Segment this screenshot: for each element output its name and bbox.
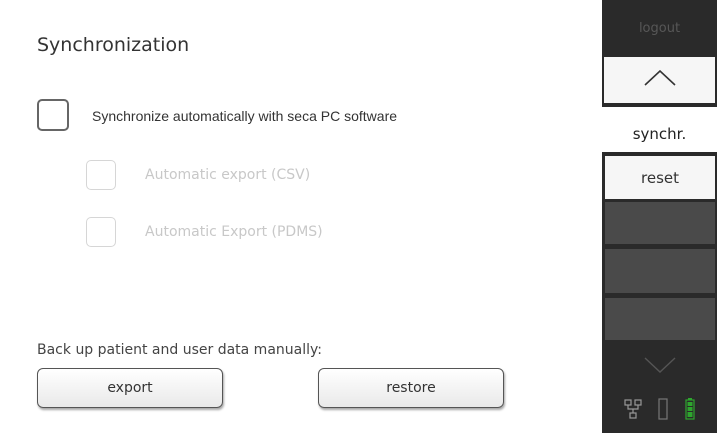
scroll-up-button[interactable] (602, 57, 717, 107)
backup-label: Back up patient and user data manually: (37, 342, 322, 358)
csv-export-label: Automatic export (CSV) (145, 167, 311, 183)
export-button[interactable]: export (37, 368, 223, 408)
tube-icon (658, 397, 669, 424)
csv-export-checkbox[interactable] (86, 160, 116, 190)
sidebar-empty-button-3[interactable] (602, 298, 717, 340)
main-panel: Synchronization Synchronize automaticall… (0, 0, 602, 433)
pdms-export-label: Automatic Export (PDMS) (145, 224, 323, 240)
reset-button[interactable]: reset (602, 152, 717, 202)
sidebar-empty-button-1[interactable] (602, 202, 717, 244)
status-bar (602, 388, 717, 433)
restore-button[interactable]: restore (318, 368, 504, 408)
sync-auto-checkbox[interactable] (37, 99, 69, 131)
sidebar: logout synchr. reset (602, 0, 717, 433)
sync-auto-label: Synchronize automatically with seca PC s… (92, 108, 398, 124)
sidebar-item-synchr[interactable]: synchr. (602, 107, 717, 152)
reset-button-label: reset (605, 156, 715, 199)
scroll-down-button[interactable] (602, 345, 717, 388)
page-title: Synchronization (37, 34, 190, 56)
logout-button[interactable]: logout (602, 0, 717, 57)
pdms-export-checkbox[interactable] (86, 217, 116, 247)
battery-icon (685, 397, 695, 424)
network-icon (624, 398, 642, 423)
sidebar-empty-button-2[interactable] (602, 249, 717, 293)
chevron-up-icon (643, 69, 676, 90)
chevron-down-icon (644, 356, 676, 377)
